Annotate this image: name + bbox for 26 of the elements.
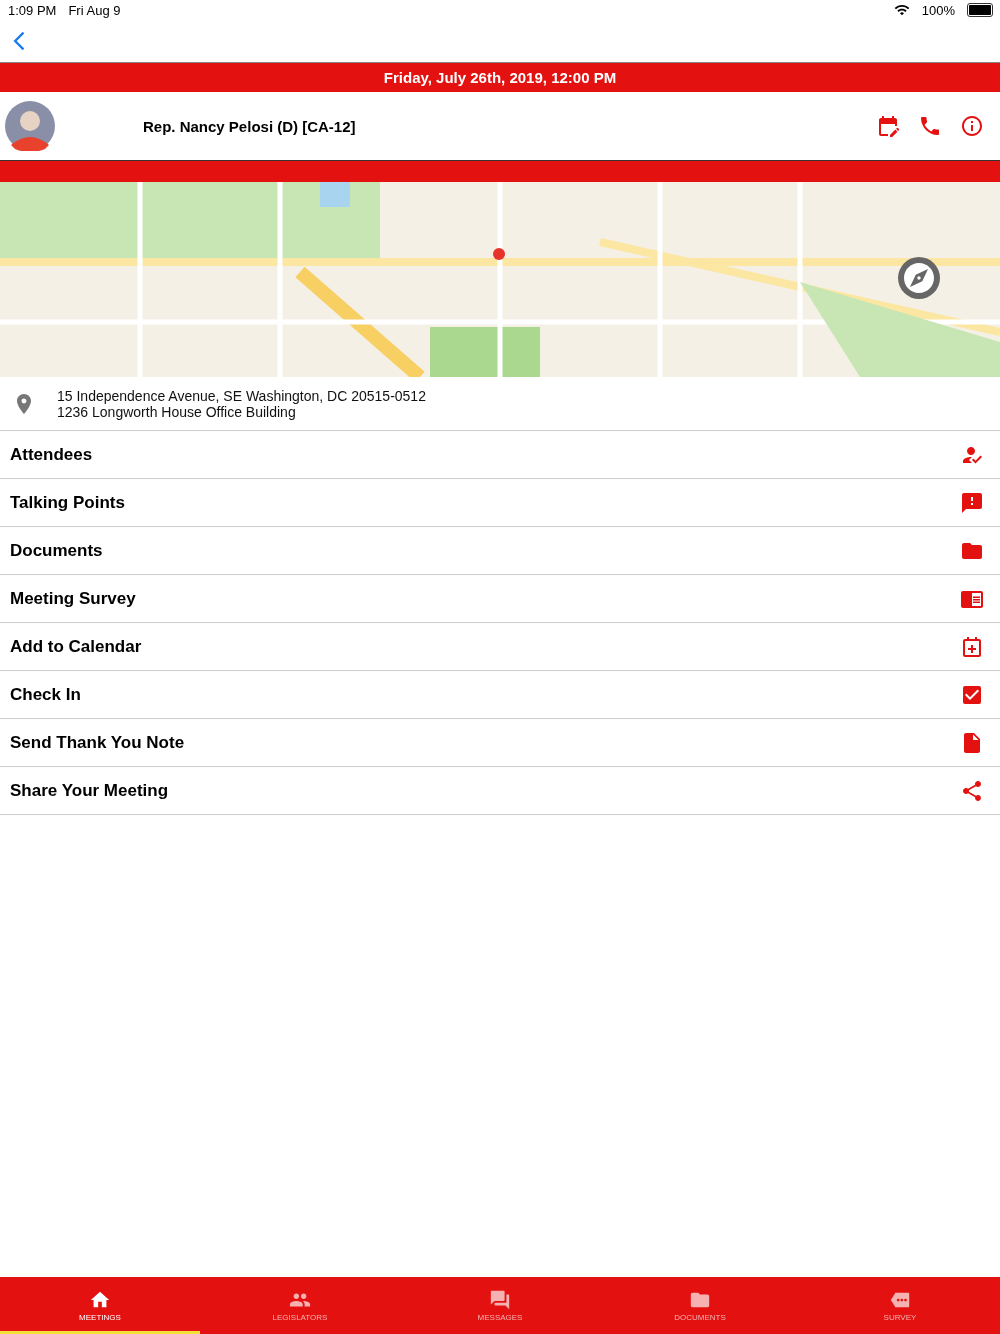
menu-item[interactable]: Share Your Meeting [10,780,960,801]
phone-icon[interactable] [918,114,942,138]
menu-item[interactable]: Talking Points [10,492,960,513]
battery-icon [967,3,993,17]
building-line: 1236 Longworth House Office Building [57,403,296,420]
calendar-plus-icon [960,634,984,659]
menu-item[interactable]: Add to Calendar [10,636,960,657]
menu-item[interactable]: Documents [10,540,960,561]
legislator-name: Rep. Nancy Pelosi (D) [CA-12] [143,117,357,135]
status-date: Fri Aug 9 [68,2,121,18]
menu-item[interactable]: Check In [10,684,960,705]
meeting-date: Friday, July 26th, 2019, 12:00 PM [0,62,1000,92]
chat-icon [489,1289,511,1311]
share-icon [960,778,984,803]
menu-item[interactable]: Send Thank You Note [10,732,960,753]
status-time: 1:09 PM [8,2,57,18]
battery-percent: 100% [921,2,955,18]
calendar-edit-icon[interactable] [876,114,900,138]
address-line: 15 Independence Avenue, SE Washington, DC 20515-0512 [57,387,426,404]
avatar [5,101,55,151]
wifi-icon [893,2,910,18]
menu-item[interactable]: Meeting Survey [10,588,960,609]
tab[interactable]: MEETINGS [0,1277,200,1334]
info-icon[interactable] [960,114,984,138]
alert-message-icon [960,490,984,515]
menu-item[interactable]: Attendees [10,444,960,465]
